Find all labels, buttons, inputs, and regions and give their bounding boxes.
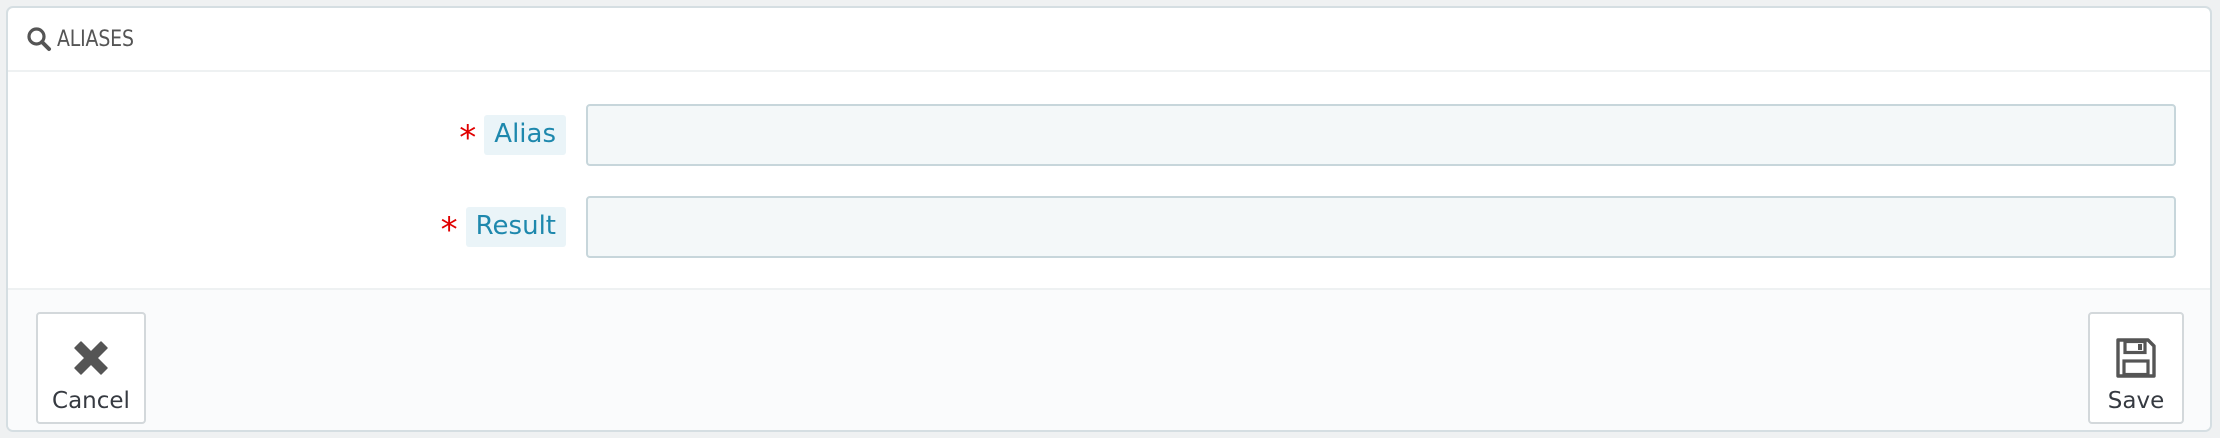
alias-label: Alias [484, 115, 566, 155]
required-marker: * [459, 118, 477, 158]
aliases-panel: ALIASES * Alias * Result Cancel Save [6, 6, 2212, 432]
search-icon [27, 27, 51, 51]
cancel-label: Cancel [52, 388, 130, 414]
alias-input[interactable] [586, 104, 2176, 166]
result-input[interactable] [586, 196, 2176, 258]
save-button[interactable]: Save [2088, 312, 2184, 424]
result-label: Result [465, 207, 566, 247]
required-marker: * [440, 210, 458, 250]
save-label: Save [2107, 388, 2165, 414]
panel-title: ALIASES [57, 26, 134, 52]
form-row-alias: * Alias [8, 104, 2210, 166]
panel-heading: ALIASES [8, 8, 2210, 72]
close-icon [74, 341, 108, 375]
result-label-group: * Result [441, 196, 566, 258]
cancel-button[interactable]: Cancel [36, 312, 146, 424]
alias-label-group: * Alias [459, 104, 566, 166]
form-row-result: * Result [8, 196, 2210, 258]
panel-footer: Cancel Save [8, 288, 2210, 430]
floppy-disk-icon [2116, 338, 2156, 378]
